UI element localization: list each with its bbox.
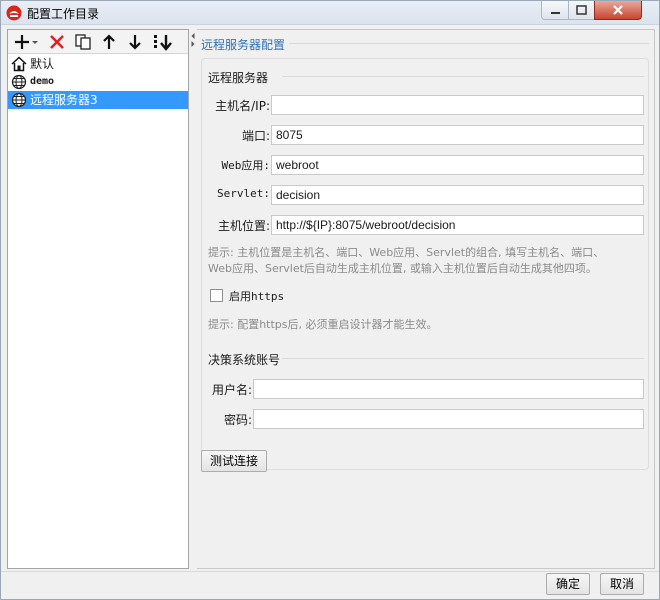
maximize-button[interactable] [568,1,595,20]
location-hint-line2: Web应用、Servlet后自动生成主机位置, 或输入主机位置后自动生成其他四项… [208,262,597,275]
account-section-title: 决策系统账号 [208,353,281,367]
port-label: 端口: [241,129,270,143]
webapp-input[interactable]: webroot [271,155,644,175]
panel-splitter[interactable] [191,29,195,569]
config-group-box: 远程服务器 主机名/IP: 端口: 8075 Web应用: webroot Se… [201,58,649,470]
panel-title: 远程服务器配置 [201,38,286,52]
webapp-label: Web应用: [221,159,271,172]
move-up-icon [103,34,115,49]
globe-icon [11,92,27,108]
divider [282,358,644,359]
host-input[interactable] [271,95,644,115]
ok-button[interactable]: 确定 [546,573,590,595]
location-input[interactable]: http://${IP}:8075/webroot/decision [271,215,644,235]
password-label: 密码: [223,413,252,427]
title-bar: 配置工作目录 [1,1,659,25]
divider [1,571,659,572]
minimize-button[interactable] [541,1,569,20]
servlet-input[interactable]: decision [271,185,644,205]
sort-button[interactable] [152,33,174,51]
tree-item-label: 远程服务器3 [30,93,98,107]
tree-item-label: 默认 [30,57,55,71]
https-hint: 提示: 配置https后, 必须重启设计器才能生效。 [208,318,438,331]
move-up-button[interactable] [100,33,118,51]
servlet-label: Servlet: [217,187,270,200]
remote-server-config-panel: 远程服务器配置 远程服务器 主机名/IP: 端口: 8075 Web应用: we… [197,29,655,569]
location-hint-line1: 提示: 主机位置是主机名、端口、Web应用、Servlet的组合, 填写主机名、… [208,246,605,259]
minimize-icon [551,12,560,14]
server-section-title: 远程服务器 [208,71,269,85]
window-title: 配置工作目录 [27,7,100,21]
copy-icon [75,34,91,50]
divider [282,76,644,77]
collapse-arrow-icon [191,33,195,47]
sort-icon [154,35,172,51]
close-icon [613,5,623,15]
workdir-list-panel: 默认 demo 远程服务器3 [7,29,189,569]
username-label: 用户名: [211,383,252,397]
delete-button[interactable] [48,33,66,51]
port-input[interactable]: 8075 [271,125,644,145]
cancel-button[interactable]: 取消 [600,573,644,595]
username-input[interactable] [253,379,644,399]
config-workdir-dialog: 配置工作目录 默认 demo 远程服务器3 远程服务器配置 远程服务器 主机名/… [0,0,660,600]
app-logo-icon [6,5,22,21]
tree-item-demo[interactable]: demo [8,73,188,91]
tree-item-remote-server-3[interactable]: 远程服务器3 [8,91,188,109]
divider [289,43,649,44]
delete-icon [50,35,64,49]
add-button[interactable] [14,33,40,51]
host-label: 主机名/IP: [215,99,270,113]
close-button[interactable] [594,1,642,20]
test-connection-button[interactable]: 测试连接 [201,450,267,472]
password-input[interactable] [253,409,644,429]
add-dropdown-icon [15,35,38,49]
move-down-button[interactable] [126,33,144,51]
tree-item-default[interactable]: 默认 [8,55,188,73]
https-checkbox[interactable] [210,289,223,302]
maximize-icon [576,5,587,15]
move-down-icon [129,35,141,50]
location-label: 主机位置: [217,219,270,233]
https-checkbox-label[interactable]: 启用https [229,288,284,304]
globe-icon [11,74,27,90]
tree-item-label: demo [30,76,55,87]
list-toolbar [8,30,188,54]
copy-button[interactable] [74,33,92,51]
home-icon [11,56,27,72]
workdir-tree: 默认 demo 远程服务器3 [8,55,188,109]
